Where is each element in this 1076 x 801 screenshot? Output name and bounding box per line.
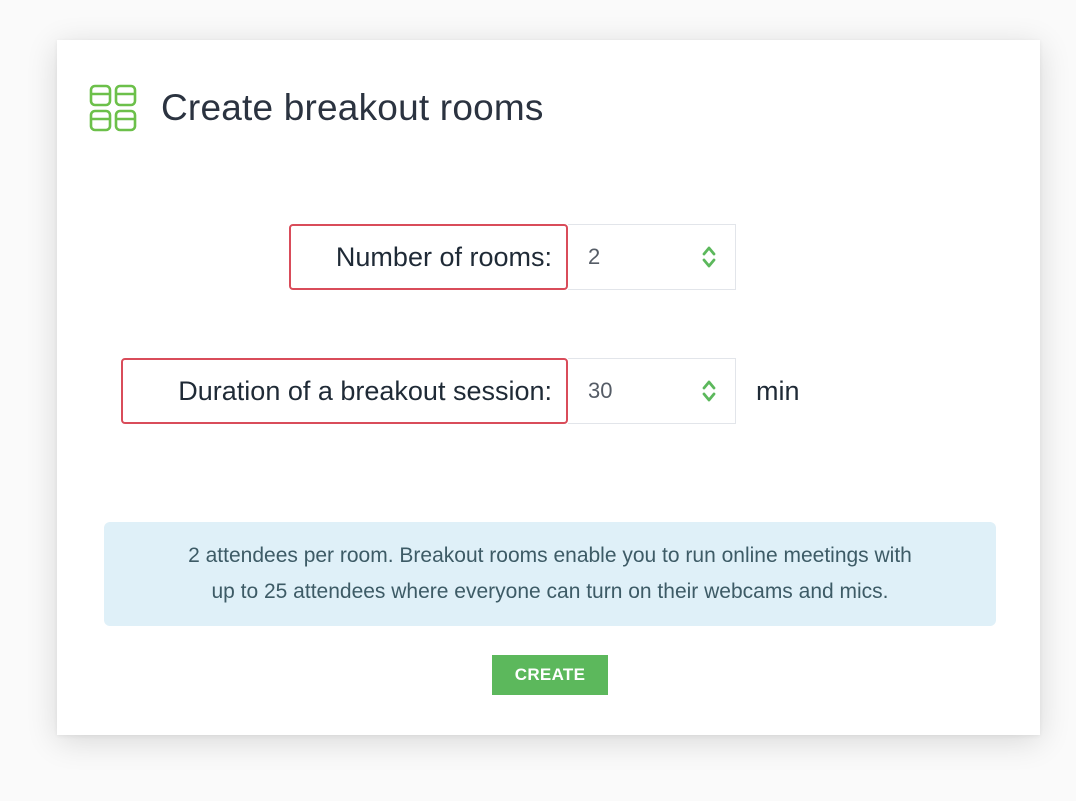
- duration-value[interactable]: 30: [588, 378, 612, 404]
- info-line-1: 2 attendees per room. Breakout rooms ena…: [188, 544, 912, 567]
- duration-unit: min: [756, 375, 800, 406]
- info-text: 2 attendees per room. Breakout rooms ena…: [188, 538, 912, 610]
- stepper-arrows-icon[interactable]: [701, 244, 717, 270]
- rooms-stepper[interactable]: 2: [568, 224, 736, 290]
- breakout-rooms-icon: [89, 84, 137, 132]
- page-background: Create breakout rooms Number of rooms: 2…: [0, 0, 1076, 801]
- duration-row: Duration of a breakout session: 30 min: [121, 358, 800, 424]
- stepper-arrows-icon[interactable]: [701, 378, 717, 404]
- info-message: 2 attendees per room. Breakout rooms ena…: [104, 522, 996, 626]
- rooms-row: Number of rooms: 2: [289, 224, 736, 290]
- create-button[interactable]: CREATE: [492, 655, 608, 695]
- duration-label: Duration of a breakout session:: [121, 358, 568, 424]
- duration-stepper[interactable]: 30: [568, 358, 736, 424]
- create-breakout-rooms-dialog: Create breakout rooms Number of rooms: 2…: [57, 40, 1040, 735]
- dialog-title: Create breakout rooms: [161, 87, 544, 128]
- info-line-2: up to 25 attendees where everyone can tu…: [211, 580, 889, 603]
- rooms-label: Number of rooms:: [289, 224, 568, 290]
- dialog-header: Create breakout rooms: [89, 84, 544, 132]
- rooms-value[interactable]: 2: [588, 244, 600, 270]
